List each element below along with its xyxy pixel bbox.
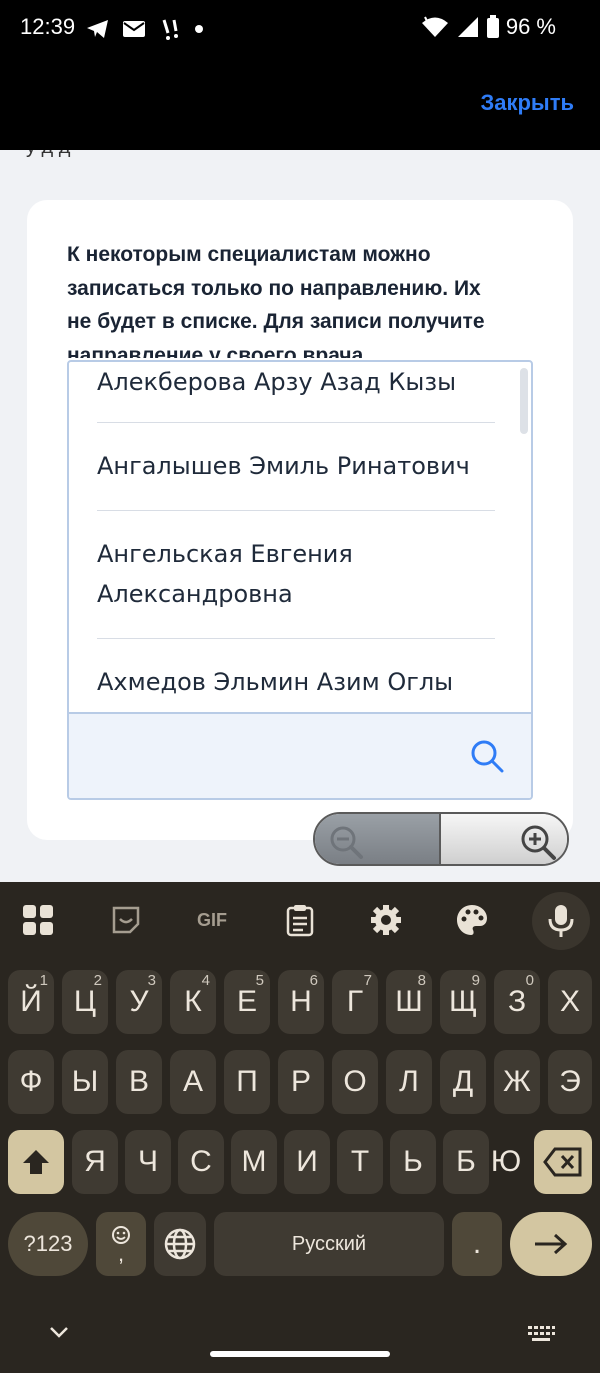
apps-icon[interactable] (16, 900, 60, 940)
space-key[interactable]: Русский (214, 1212, 444, 1276)
key-Р[interactable]: Р (278, 1050, 324, 1114)
list-scrollbar[interactable] (519, 362, 531, 712)
page-content: у д д К некоторым специалистам можно зап… (0, 150, 600, 882)
key-Ф[interactable]: Ф (8, 1050, 54, 1114)
search-input[interactable] (79, 728, 459, 784)
key-Н[interactable]: Н6 (278, 970, 324, 1034)
status-time: 12:39 (20, 14, 76, 39)
key-М[interactable]: М (231, 1130, 277, 1194)
backspace-key[interactable] (534, 1130, 592, 1194)
close-button[interactable]: Закрыть (480, 90, 574, 116)
key-Ю[interactable]: Ю (484, 1130, 528, 1194)
symbols-key[interactable]: ?123 (8, 1212, 88, 1276)
key-А[interactable]: А (170, 1050, 216, 1114)
wifi-icon (421, 16, 448, 37)
key-Я[interactable]: Я (72, 1130, 118, 1194)
key-Е[interactable]: Е5 (224, 970, 270, 1034)
key-С[interactable]: С (178, 1130, 224, 1194)
globe-icon (164, 1228, 196, 1260)
key-Х[interactable]: Х (548, 970, 592, 1034)
clipped-text: у д д (26, 150, 70, 159)
mic-button[interactable] (532, 892, 590, 950)
arrow-right-icon (535, 1233, 568, 1255)
doctor-option[interactable]: Ангалышев Эмиль Ринатович (97, 446, 495, 486)
key-В[interactable]: В (116, 1050, 162, 1114)
mic-icon (548, 905, 574, 937)
keyboard-nav (0, 1302, 600, 1373)
key-Л[interactable]: Л (386, 1050, 432, 1114)
keyboard: GIF Й1 Ц2 У3 К4 Е5 Н6 Г7 Ш8 Щ9 З0 Х Ф Ы … (0, 882, 600, 1373)
zoom-out-button[interactable] (315, 814, 441, 864)
scrollbar-thumb[interactable] (520, 368, 528, 434)
search-icon[interactable] (469, 738, 505, 774)
doctor-dropdown[interactable]: Алекберова Арзу Азад Кызы Ангалышев Эмил… (67, 360, 533, 800)
keyboard-switch-icon[interactable] (526, 1324, 556, 1344)
palette-icon[interactable] (450, 900, 494, 940)
shift-icon (23, 1150, 49, 1174)
zoom-in-button[interactable] (441, 814, 567, 864)
telegram-icon (87, 20, 108, 38)
signal-icon (457, 17, 478, 37)
key-Т[interactable]: Т (337, 1130, 383, 1194)
dot-icon (195, 25, 203, 33)
key-Б[interactable]: Б (443, 1130, 489, 1194)
notification-icons (86, 14, 204, 44)
battery-icon (486, 15, 499, 38)
alert-icon (162, 19, 178, 40)
divider (97, 422, 495, 423)
sticker-icon[interactable] (104, 900, 148, 940)
key-З[interactable]: З0 (494, 970, 540, 1034)
key-Ж[interactable]: Ж (494, 1050, 540, 1114)
zoom-out-icon (330, 826, 363, 859)
mail-icon (123, 21, 145, 37)
modal-header: Закрыть (0, 60, 600, 150)
home-indicator[interactable] (210, 1351, 390, 1357)
key-И[interactable]: И (284, 1130, 330, 1194)
keyboard-toolbar: GIF (0, 882, 600, 960)
key-К[interactable]: К4 (170, 970, 216, 1034)
key-Ц[interactable]: Ц2 (62, 970, 108, 1034)
doctor-option[interactable]: Ангельская Евгения Александровна (97, 534, 495, 614)
divider (97, 510, 495, 511)
gif-button[interactable]: GIF (190, 900, 234, 940)
key-Ы[interactable]: Ы (62, 1050, 108, 1114)
key-Щ[interactable]: Щ9 (440, 970, 486, 1034)
key-Г[interactable]: Г7 (332, 970, 378, 1034)
key-Э[interactable]: Э (548, 1050, 592, 1114)
doctor-option[interactable]: Алекберова Арзу Азад Кызы (97, 362, 495, 402)
language-key[interactable] (154, 1212, 206, 1276)
key-Ч[interactable]: Ч (125, 1130, 171, 1194)
zoom-control (313, 812, 569, 866)
status-bar: 12:39 96 % (0, 0, 600, 60)
period-key[interactable]: . (452, 1212, 502, 1276)
backspace-icon (543, 1147, 582, 1177)
key-Ш[interactable]: Ш8 (386, 970, 432, 1034)
doctor-option[interactable]: Ахмедов Эльмин Азим Оглы (97, 662, 495, 702)
key-Ь[interactable]: Ь (390, 1130, 436, 1194)
search-box (69, 714, 531, 798)
clipboard-icon[interactable] (278, 900, 322, 940)
battery-level: 96 % (505, 14, 556, 39)
key-Д[interactable]: Д (440, 1050, 486, 1114)
enter-key[interactable] (510, 1212, 592, 1276)
hide-keyboard-icon[interactable] (48, 1324, 70, 1340)
shift-key[interactable] (8, 1130, 64, 1194)
status-right: 96 % (420, 14, 556, 40)
settings-icon[interactable] (364, 900, 408, 940)
key-П[interactable]: П (224, 1050, 270, 1114)
zoom-in-icon (521, 825, 556, 860)
referral-notice: К некоторым специалистам можно записатьс… (67, 243, 485, 358)
doctor-select-card: К некоторым специалистам можно записатьс… (27, 200, 573, 840)
key-О[interactable]: О (332, 1050, 378, 1114)
divider (97, 638, 495, 639)
doctor-list[interactable]: Алекберова Арзу Азад Кызы Ангалышев Эмил… (69, 362, 531, 714)
key-Й[interactable]: Й1 (8, 970, 54, 1034)
key-У[interactable]: У3 (116, 970, 162, 1034)
emoji-comma-key[interactable]: , (96, 1212, 146, 1276)
